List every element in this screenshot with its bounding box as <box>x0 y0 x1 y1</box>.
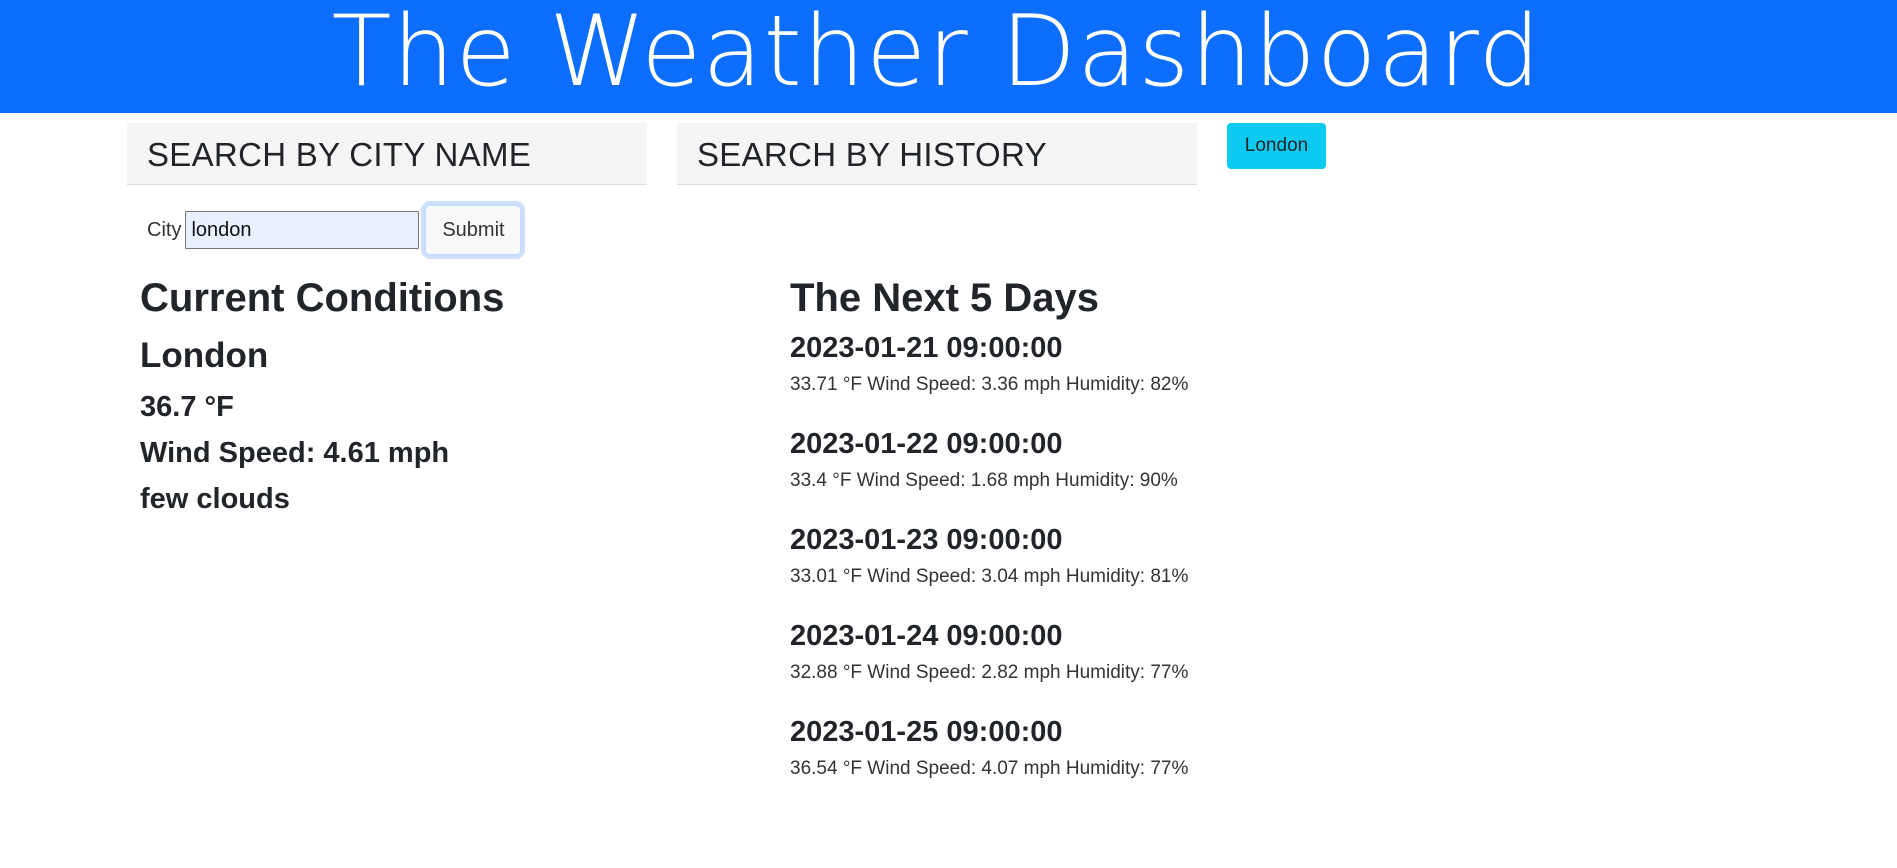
history-button-london[interactable]: London <box>1227 123 1326 169</box>
current-description: few clouds <box>140 483 290 515</box>
current-conditions-heading: Current Conditions <box>140 276 505 320</box>
forecast-datetime: 2023-01-21 09:00:00 <box>790 332 1063 364</box>
forecast-datetime: 2023-01-25 09:00:00 <box>790 716 1063 748</box>
submit-button[interactable]: Submit <box>421 201 526 259</box>
forecast-details: 33.71 °F Wind Speed: 3.36 mph Humidity: … <box>790 374 1189 395</box>
current-conditions-section: Current Conditions London 36.7 °F Wind S… <box>140 272 504 522</box>
forecast-datetime: 2023-01-23 09:00:00 <box>790 524 1063 556</box>
forecast-details: 32.88 °F Wind Speed: 2.82 mph Humidity: … <box>790 662 1189 683</box>
search-by-city-panel: SEARCH BY CITY NAME <box>127 123 647 185</box>
city-label: City <box>147 218 182 241</box>
search-history-heading: SEARCH BY HISTORY <box>697 136 1047 173</box>
forecast-day: 2023-01-21 09:00:00 33.71 °F Wind Speed:… <box>790 324 1188 398</box>
header-banner: The Weather Dashboard <box>0 0 1897 113</box>
forecast-heading: The Next 5 Days <box>790 276 1100 320</box>
forecast-day: 2023-01-25 09:00:00 36.54 °F Wind Speed:… <box>790 708 1188 782</box>
forecast-day: 2023-01-23 09:00:00 33.01 °F Wind Speed:… <box>790 516 1188 590</box>
page-title: The Weather Dashboard <box>331 0 1542 109</box>
forecast-section: The Next 5 Days 2023-01-21 09:00:00 33.7… <box>790 272 1188 804</box>
forecast-datetime: 2023-01-24 09:00:00 <box>790 620 1063 652</box>
forecast-details: 33.01 °F Wind Speed: 3.04 mph Humidity: … <box>790 566 1189 587</box>
current-city: London <box>140 336 269 375</box>
search-history-panel: SEARCH BY HISTORY <box>677 123 1197 185</box>
forecast-datetime: 2023-01-22 09:00:00 <box>790 428 1063 460</box>
forecast-details: 33.4 °F Wind Speed: 1.68 mph Humidity: 9… <box>790 470 1178 491</box>
forecast-day: 2023-01-24 09:00:00 32.88 °F Wind Speed:… <box>790 612 1188 686</box>
current-wind-speed: Wind Speed: 4.61 mph <box>140 437 450 469</box>
city-search-form: City Submit <box>147 201 526 259</box>
forecast-day: 2023-01-22 09:00:00 33.4 °F Wind Speed: … <box>790 420 1188 494</box>
forecast-details: 36.54 °F Wind Speed: 4.07 mph Humidity: … <box>790 758 1189 779</box>
city-input[interactable] <box>185 211 420 249</box>
search-by-city-heading: SEARCH BY CITY NAME <box>147 136 532 173</box>
current-temperature: 36.7 °F <box>140 391 234 423</box>
